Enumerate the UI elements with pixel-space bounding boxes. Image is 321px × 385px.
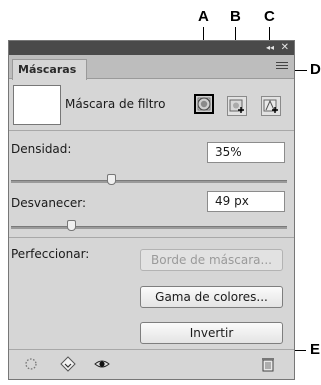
- density-slider-track[interactable]: [11, 180, 287, 183]
- panel-menu-icon[interactable]: [276, 62, 288, 72]
- add-pixel-mask-icon[interactable]: [227, 96, 247, 116]
- feather-label: Desvanecer:: [11, 196, 87, 210]
- close-icon[interactable]: ✕: [281, 41, 289, 55]
- panel-titlebar: ◂◂ ✕: [9, 41, 294, 55]
- apply-mask-icon[interactable]: [59, 356, 77, 372]
- callout-b: B: [230, 8, 241, 25]
- callout-e: E: [310, 341, 321, 358]
- panel-tab-row: Máscaras: [9, 55, 294, 80]
- color-range-button[interactable]: Gama de colores...: [140, 286, 283, 308]
- trash-icon[interactable]: [259, 356, 277, 372]
- add-vector-mask-icon[interactable]: [261, 96, 281, 116]
- invert-button[interactable]: Invertir: [140, 322, 283, 344]
- mask-type-label: Máscara de filtro: [65, 97, 166, 111]
- density-slider-handle[interactable]: [107, 174, 116, 185]
- tab-masks[interactable]: Máscaras: [12, 59, 87, 80]
- panel-bottom-toolbar: [9, 349, 294, 379]
- feather-slider-track[interactable]: [11, 226, 287, 229]
- feather-field[interactable]: 49 px: [207, 191, 285, 212]
- callout-a: A: [198, 8, 209, 25]
- load-selection-icon[interactable]: [23, 356, 41, 372]
- density-field[interactable]: 35%: [207, 142, 285, 163]
- pixel-mask-icon[interactable]: [194, 94, 214, 114]
- separator: [9, 237, 294, 238]
- density-label: Densidad:: [11, 142, 72, 156]
- refine-label: Perfeccionar:: [11, 247, 90, 261]
- callout-d: D: [310, 61, 321, 78]
- collapse-icon[interactable]: ◂◂: [266, 41, 274, 55]
- masks-panel: ◂◂ ✕ Máscaras Máscara de filtro Densidad…: [8, 40, 295, 380]
- mask-edge-button[interactable]: Borde de máscara...: [140, 249, 283, 271]
- eye-icon[interactable]: [93, 356, 111, 372]
- mask-thumbnail: [13, 85, 61, 125]
- feather-slider-handle[interactable]: [67, 220, 76, 231]
- separator: [9, 130, 294, 131]
- callout-c: C: [264, 8, 275, 25]
